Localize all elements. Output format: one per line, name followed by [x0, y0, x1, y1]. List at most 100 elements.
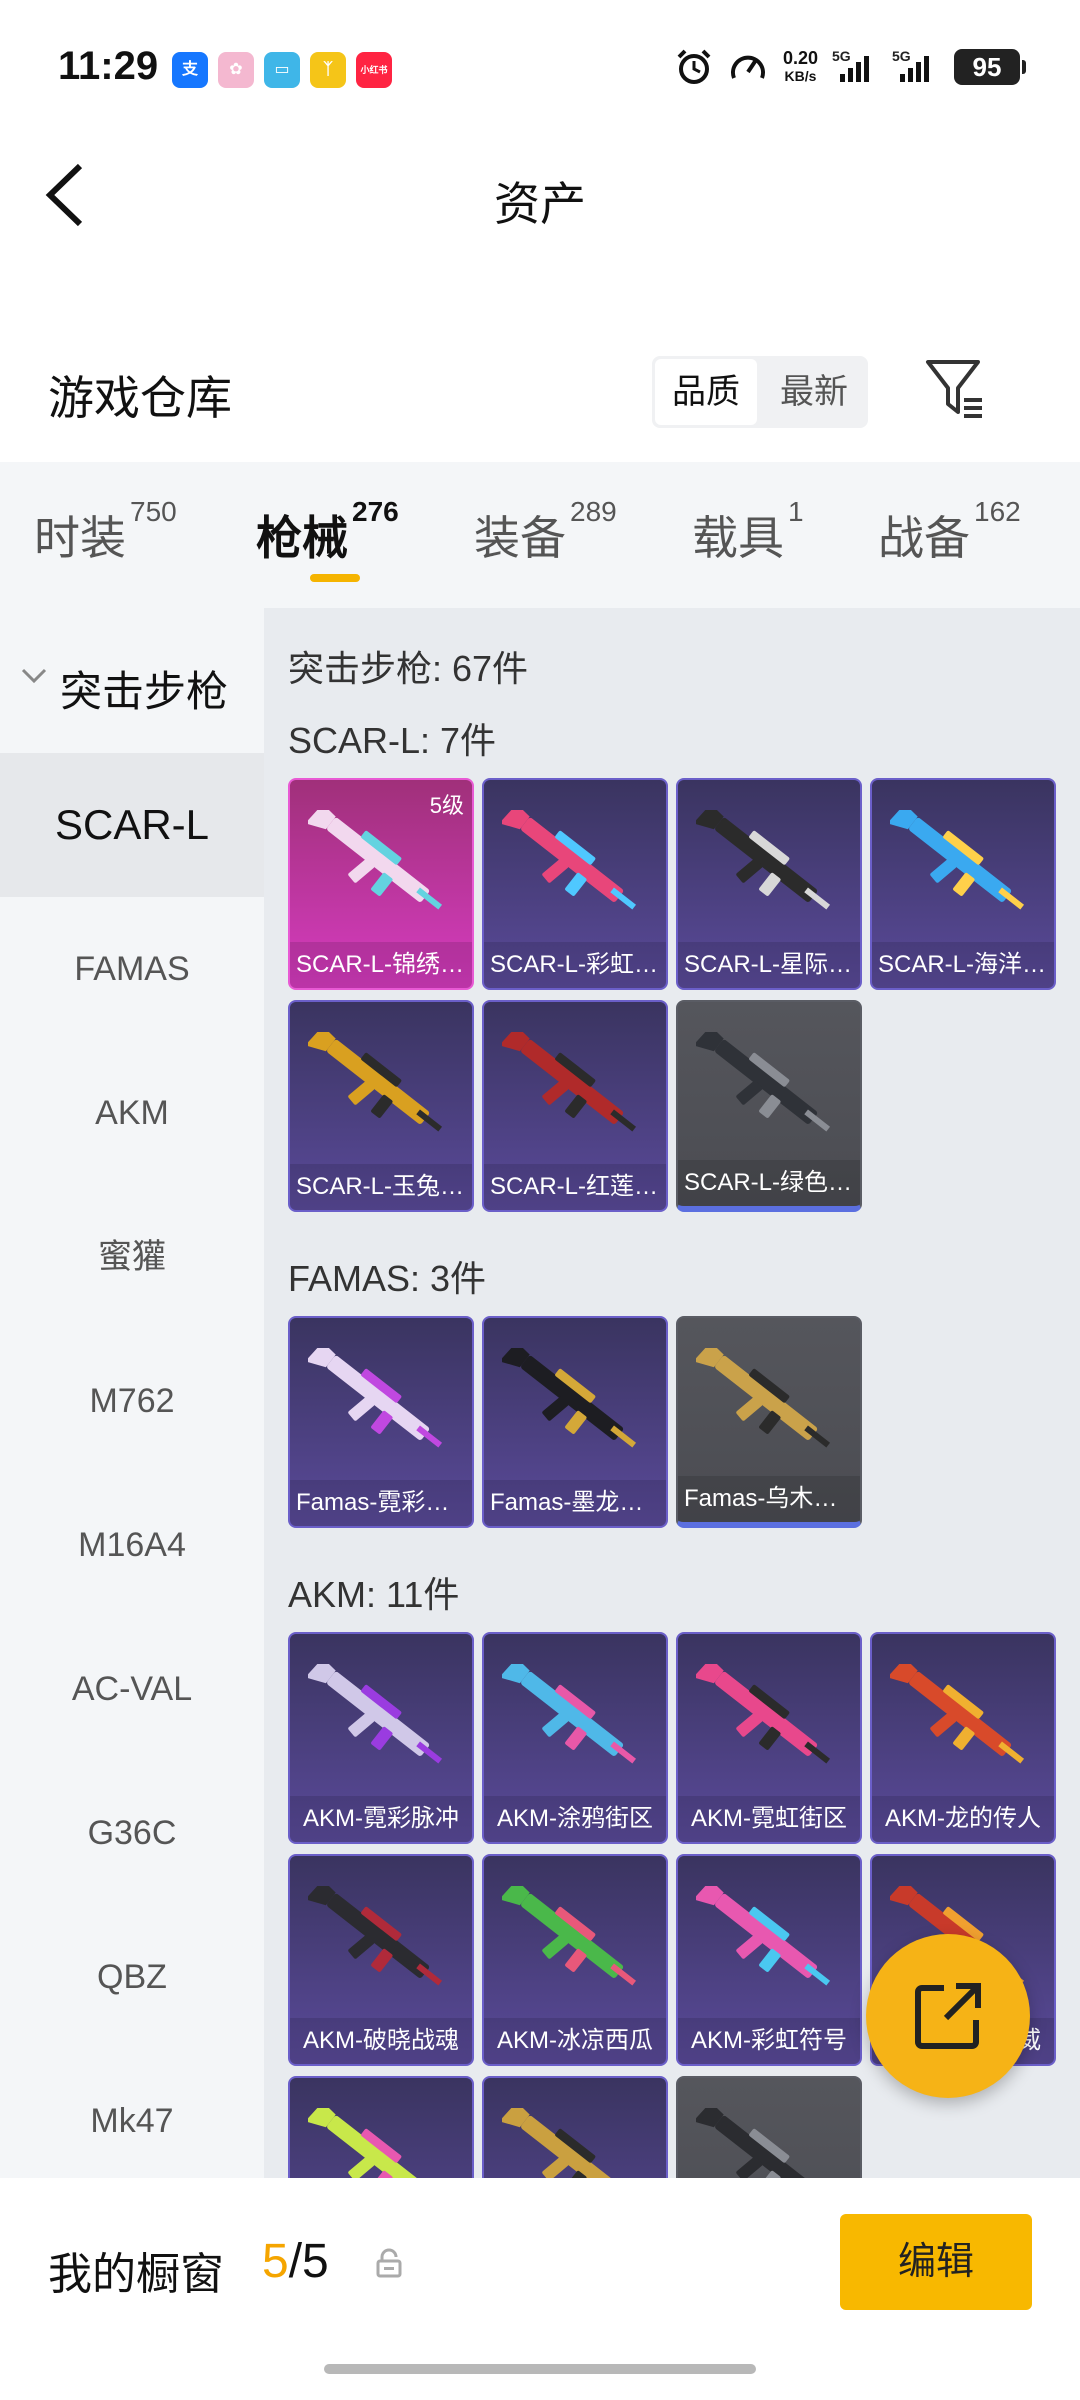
section-label: FAMAS: 3件: [288, 1258, 487, 1299]
skin-name: SCAR-L-锦绣烟华: [290, 942, 472, 988]
chevron-down-icon: [21, 668, 47, 684]
sidebar-item-蜜獾[interactable]: 蜜獾: [0, 1185, 264, 1329]
sidebar-category-label: 突击步枪: [60, 668, 229, 715]
skin-card[interactable]: SCAR-L-海洋之心: [870, 778, 1056, 990]
skin-name: SCAR-L-玉兔金辉: [290, 1164, 472, 1210]
rifle-icon: [308, 1664, 443, 1764]
active-tab-indicator: [310, 574, 360, 582]
sidebar-item-g36c[interactable]: G36C: [0, 1761, 264, 1905]
rifle-icon: [502, 1886, 637, 1986]
rifle-icon: [696, 1664, 831, 1764]
showcase-label: 我的橱窗: [48, 2250, 224, 2299]
skin-card[interactable]: Famas-墨龙吟啸: [482, 1316, 668, 1528]
showcase-count-total: /5: [288, 2235, 329, 2288]
skin-card[interactable]: AKM-金色年华: [482, 2076, 668, 2178]
rifle-icon: [696, 2108, 818, 2178]
level-badge: 5级: [429, 793, 464, 818]
status-time: 11:29: [58, 44, 159, 88]
rifle-icon: [308, 1032, 443, 1132]
edit-button[interactable]: 编辑: [840, 2214, 1032, 2310]
net-speed-unit: KB/s: [784, 68, 817, 84]
skin-card[interactable]: Famas-霓彩流光: [288, 1316, 474, 1528]
skin-name: AKM-霓虹街区: [678, 1796, 860, 1842]
network-speed: 0.20 KB/s: [783, 49, 818, 85]
sidebar-item-scar-l[interactable]: SCAR-L: [0, 753, 264, 897]
share-button[interactable]: [866, 1934, 1030, 2098]
tab-supplies[interactable]: 战备162: [878, 496, 1021, 568]
rabbit-app-icon: ᛉ: [310, 52, 346, 88]
home-indicator[interactable]: [324, 2364, 756, 2374]
sidebar-item-m16a4[interactable]: M16A4: [0, 1473, 264, 1617]
skin-card[interactable]: 5级 SCAR-L-锦绣烟华: [288, 778, 474, 990]
flower-app-icon: ✿: [218, 52, 254, 88]
skin-card[interactable]: SCAR-L-彩虹幻梦: [482, 778, 668, 990]
tab-vehicles[interactable]: 载具1: [692, 496, 804, 568]
tab-label: 战备: [878, 512, 970, 564]
rifle-icon: [890, 810, 1025, 910]
sort-toggle: 品质 最新: [652, 356, 868, 428]
section-label: AKM: 11件: [288, 1574, 460, 1615]
tab-label: 装备: [474, 512, 566, 564]
signal-icon: 5G: [892, 48, 938, 82]
tab-label: 枪械: [256, 512, 348, 564]
skin-name: Famas-墨龙吟啸: [484, 1480, 666, 1526]
sidebar-item-qbz[interactable]: QBZ: [0, 1905, 264, 2049]
section-label: SCAR-L: 7件: [288, 720, 497, 761]
skin-card[interactable]: AKM-破晓战魂: [288, 1854, 474, 2066]
signal-type-2: 5G: [892, 48, 911, 64]
rifle-icon: [696, 1886, 831, 1986]
tab-equipment[interactable]: 装备289: [474, 496, 617, 568]
skin-card[interactable]: AKM-霓彩脉冲: [288, 1632, 474, 1844]
sidebar-item-m762[interactable]: M762: [0, 1329, 264, 1473]
skin-card[interactable]: AKM-霓虹街区: [676, 1632, 862, 1844]
sidebar-item-mk47[interactable]: Mk47: [0, 2049, 264, 2193]
sort-quality-button[interactable]: 品质: [655, 359, 757, 425]
skin-name: AKM-冰凉西瓜: [484, 2018, 666, 2064]
skin-name: SCAR-L-绿色迷彩: [678, 1160, 860, 1206]
share-icon: [915, 1983, 981, 2049]
tab-fashion[interactable]: 时装750: [34, 496, 177, 568]
rifle-icon: [696, 810, 831, 910]
skin-name: AKM-涂鸦街区: [484, 1796, 666, 1842]
xiaohongshu-icon: 小红书: [356, 52, 392, 88]
rifle-icon: [890, 1664, 1025, 1764]
status-bar: 11:29 支 ✿ ▭ ᛉ 小红书 0.20 KB/s 5G 5G 95: [0, 0, 1080, 140]
skin-card[interactable]: AKM-龙的传人: [870, 1632, 1056, 1844]
rifle-icon: [696, 1032, 831, 1132]
skin-name: SCAR-L-星际迷航: [678, 942, 860, 988]
skin-card[interactable]: SCAR-L-红莲烈焰: [482, 1000, 668, 1212]
signal-icon: 5G: [832, 48, 878, 82]
rifle-icon: [308, 1348, 443, 1448]
tab-firearms[interactable]: 枪械276: [256, 496, 399, 568]
skin-card[interactable]: AKM-冰凉西瓜: [482, 1854, 668, 2066]
skin-card[interactable]: SCAR-L-绿色迷彩: [676, 1000, 862, 1212]
tab-count: 289: [570, 496, 617, 527]
skin-card[interactable]: Famas-乌木金纹: [676, 1316, 862, 1528]
sidebar-item-famas[interactable]: FAMAS: [0, 897, 264, 1041]
sidebar-category-assault-rifles[interactable]: 突击步枪: [0, 608, 264, 753]
rifle-icon: [502, 1348, 637, 1448]
skin-card[interactable]: AKM-荧光流彩: [288, 2076, 474, 2178]
rifle-icon: [502, 2108, 624, 2178]
skin-card[interactable]: SCAR-L-玉兔金辉: [288, 1000, 474, 1212]
alipay-icon: 支: [172, 52, 208, 88]
sidebar-item-akm[interactable]: AKM: [0, 1041, 264, 1185]
skin-name: Famas-霓彩流光: [290, 1480, 472, 1526]
card-app-icon: ▭: [264, 52, 300, 88]
skin-card[interactable]: AKM-涂鸦街区: [482, 1632, 668, 1844]
sort-newest-button[interactable]: 最新: [763, 359, 865, 425]
skin-name: AKM-破晓战魂: [290, 2018, 472, 2064]
rifle-icon: [502, 1032, 637, 1132]
page-title: 资产: [494, 178, 586, 230]
sidebar-item-ac-val[interactable]: AC-VAL: [0, 1617, 264, 1761]
showcase-count-current: 5: [262, 2235, 289, 2288]
tab-count: 750: [130, 496, 177, 527]
filter-icon[interactable]: [924, 356, 984, 422]
skin-name: AKM-霓彩脉冲: [290, 1796, 472, 1842]
tab-label: 载具: [692, 512, 784, 564]
skin-card[interactable]: SCAR-L-星际迷航: [676, 778, 862, 990]
skin-card[interactable]: AKM-彩虹符号: [676, 1854, 862, 2066]
skin-name: AKM-彩虹符号: [678, 2018, 860, 2064]
rifle-icon: [502, 1664, 637, 1764]
skin-card[interactable]: AKM-黑色经典: [676, 2076, 862, 2178]
